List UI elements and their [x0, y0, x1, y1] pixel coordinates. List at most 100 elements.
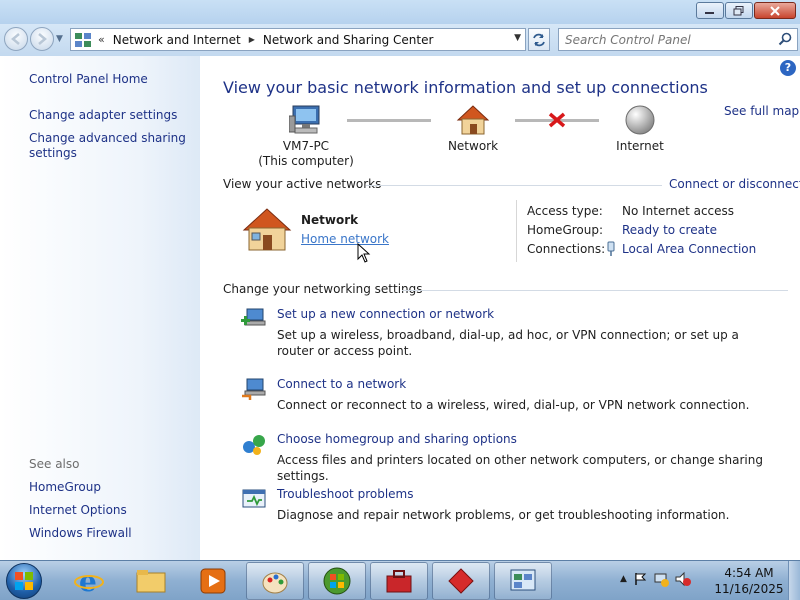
- search-icon[interactable]: [778, 32, 793, 47]
- home-network-link[interactable]: Home network: [301, 232, 389, 246]
- window-controls: [696, 2, 796, 19]
- forward-button[interactable]: [30, 27, 54, 51]
- network-info-separator: [516, 200, 517, 262]
- search-box: [558, 28, 798, 51]
- troubleshoot-icon[interactable]: [241, 486, 267, 512]
- taskbar-clock[interactable]: 4:54 AM 11/16/2025: [712, 565, 786, 597]
- local-area-connection-link[interactable]: Local Area Connection: [622, 242, 756, 256]
- change-advanced-sharing-link[interactable]: Change advanced sharing settings: [29, 131, 189, 161]
- access-type-value: No Internet access: [622, 204, 735, 218]
- homegroup-ready-link[interactable]: Ready to create: [622, 223, 717, 237]
- map-connector-line: [347, 119, 431, 122]
- red-app-taskbar-button[interactable]: [432, 562, 490, 600]
- network-folder-icon: [75, 32, 91, 47]
- windows-orb-icon: [323, 567, 351, 595]
- volume-muted-icon[interactable]: [675, 571, 691, 587]
- internet-map-label: Internet: [616, 139, 664, 153]
- close-button[interactable]: [754, 2, 796, 19]
- setup-new-connection-description: Set up a wireless, broadband, dial-up, a…: [277, 328, 739, 358]
- homegroup-sharing-icon[interactable]: [241, 431, 267, 457]
- toolbox-taskbar-button[interactable]: [370, 562, 428, 600]
- change-settings-heading: Change your networking settings: [223, 282, 423, 296]
- connect-to-network-description: Connect or reconnect to a wireless, wire…: [277, 398, 750, 412]
- active-networks-heading: View your active networks: [223, 177, 382, 191]
- home-network-icon[interactable]: [242, 206, 292, 252]
- show-desktop-button[interactable]: [788, 561, 800, 600]
- recent-pages-dropdown[interactable]: ▼: [56, 34, 63, 44]
- setup-new-connection-link[interactable]: Set up a new connection or network: [277, 307, 494, 321]
- help-icon[interactable]: ?: [780, 60, 796, 76]
- refresh-button[interactable]: [528, 28, 550, 51]
- windows-logo-icon: [15, 572, 33, 590]
- computer-icon[interactable]: [289, 104, 323, 136]
- change-adapter-settings-link[interactable]: Change adapter settings: [29, 108, 177, 123]
- mouse-cursor-icon: [357, 243, 371, 263]
- breadcrumb-network-sharing-center[interactable]: Network and Sharing Center: [263, 33, 434, 47]
- maximize-button[interactable]: [725, 2, 753, 19]
- control-panel-home-link[interactable]: Control Panel Home: [29, 72, 148, 87]
- new-connection-icon[interactable]: [241, 306, 267, 332]
- control-panel-icon: [510, 569, 536, 591]
- clock-date: 11/16/2025: [714, 582, 784, 596]
- internet-explorer-icon: e: [74, 566, 104, 596]
- system-tray: ▲: [620, 571, 691, 587]
- minimize-icon: [705, 11, 714, 14]
- network-house-icon[interactable]: [456, 104, 490, 136]
- main-content: ? View your basic network information an…: [200, 56, 800, 560]
- homegroup-sharing-options-link[interactable]: Choose homegroup and sharing options: [277, 432, 517, 446]
- close-icon: [770, 5, 780, 16]
- divider: [402, 290, 788, 291]
- homegroup-sharing-description: Access files and printers located on oth…: [277, 453, 763, 483]
- minimize-button[interactable]: [696, 2, 724, 19]
- address-bar[interactable]: « Network and Internet ▶ Network and Sha…: [70, 28, 526, 51]
- left-task-pane: Control Panel Home Change adapter settin…: [0, 56, 200, 560]
- control-panel-taskbar-button[interactable]: [494, 562, 552, 600]
- svg-text:e: e: [79, 566, 97, 596]
- red-diamond-app-icon: [448, 568, 474, 594]
- internet-options-link[interactable]: Internet Options: [29, 503, 127, 518]
- taskbar: e ▲ 4:54 AM 11/16/2025: [0, 560, 800, 600]
- breadcrumb-network-and-internet[interactable]: Network and Internet: [113, 33, 241, 47]
- windows-firewall-link[interactable]: Windows Firewall: [29, 526, 132, 541]
- back-button[interactable]: [4, 27, 28, 51]
- breadcrumb-separator-icon[interactable]: ▶: [249, 35, 255, 44]
- troubleshoot-description: Diagnose and repair network problems, or…: [277, 508, 730, 522]
- paint-taskbar-button[interactable]: [246, 562, 304, 600]
- action-center-flag-icon[interactable]: [633, 572, 647, 586]
- start-button[interactable]: [6, 563, 42, 599]
- internet-globe-icon[interactable]: [624, 104, 656, 136]
- computer-subtitle: (This computer): [258, 154, 354, 168]
- search-input[interactable]: [559, 29, 769, 50]
- overflow-chevron[interactable]: «: [98, 33, 105, 46]
- window-titlebar: [0, 0, 800, 24]
- restore-icon: [733, 5, 744, 15]
- network-map-label: Network: [447, 139, 499, 153]
- file-explorer-taskbar-button[interactable]: [122, 562, 180, 600]
- computer-label: VM7-PC (This computer): [250, 139, 362, 169]
- connect-or-disconnect-link[interactable]: Connect or disconnect: [669, 177, 800, 191]
- network-status-icon[interactable]: [653, 571, 669, 587]
- see-full-map-link[interactable]: See full map: [724, 104, 799, 118]
- homegroup-link[interactable]: HomeGroup: [29, 480, 101, 495]
- toolbox-icon: [386, 570, 412, 593]
- connect-network-icon[interactable]: [241, 376, 267, 402]
- show-hidden-icons-icon[interactable]: ▲: [620, 574, 627, 584]
- clock-time: 4:54 AM: [724, 566, 774, 580]
- address-dropdown-icon[interactable]: ▼: [514, 33, 521, 43]
- forward-arrow-icon: [38, 33, 47, 45]
- ethernet-icon: [607, 241, 615, 256]
- internet-explorer-taskbar-button[interactable]: e: [60, 562, 118, 600]
- media-player-taskbar-button[interactable]: [184, 562, 242, 600]
- folder-icon: [136, 570, 166, 593]
- navigation-bar: ▼ « Network and Internet ▶ Network and S…: [0, 24, 800, 56]
- media-player-icon: [200, 568, 226, 594]
- connect-to-network-link[interactable]: Connect to a network: [277, 377, 406, 391]
- access-type-label: Access type:: [527, 204, 603, 218]
- troubleshoot-problems-link[interactable]: Troubleshoot problems: [277, 487, 413, 501]
- disconnected-x-icon[interactable]: [548, 112, 566, 128]
- windows-media-center-taskbar-button[interactable]: [308, 562, 366, 600]
- homegroup-label: HomeGroup:: [527, 223, 604, 237]
- page-title: View your basic network information and …: [223, 78, 708, 97]
- connections-label: Connections:: [527, 242, 606, 256]
- divider: [366, 185, 662, 186]
